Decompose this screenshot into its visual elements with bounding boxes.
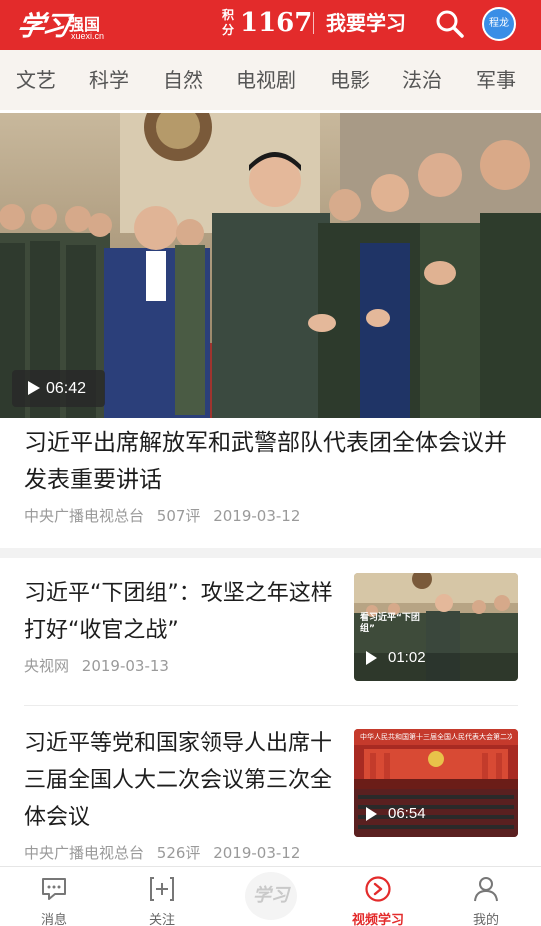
points-value: 1167 — [240, 8, 313, 38]
item-title[interactable]: 习近平“下团组”：攻坚之年这样打好“收官之战” — [24, 575, 338, 649]
item-thumbnail[interactable]: 看习近平“下团组” 01:02 — [354, 573, 518, 681]
category-tabs: 文艺 科学 自然 电视剧 电影 法治 军事 — [0, 50, 541, 110]
follow-icon — [150, 877, 174, 901]
item-title[interactable]: 习近平等党和国家领导人出席十三届全国人大二次会议第三次全体会议 — [24, 725, 338, 836]
featured-comments: 507评 — [156, 507, 201, 525]
tab-science[interactable]: 科学 — [89, 67, 129, 93]
nav-video-study-label: 视频学习 — [351, 913, 404, 926]
tab-nature[interactable]: 自然 — [163, 67, 203, 93]
search-icon[interactable] — [434, 8, 466, 40]
item-duration-badge: 06:54 — [354, 801, 426, 827]
item-source: 央视网 — [24, 657, 70, 675]
xuexi-logo-icon[interactable]: 学习 — [245, 872, 297, 920]
video-study-icon — [365, 876, 391, 902]
header-divider — [313, 12, 314, 34]
study-button[interactable]: 我要学习 — [326, 8, 406, 38]
item-duration-badge: 01:02 — [354, 645, 426, 671]
tab-military[interactable]: 军事 — [476, 67, 516, 93]
play-icon — [366, 807, 377, 821]
logo-script-text: 学习 — [14, 11, 71, 42]
tab-movie[interactable]: 电影 — [330, 67, 370, 93]
featured-duration-badge: 06:42 — [12, 370, 105, 407]
tab-arts[interactable]: 文艺 — [16, 67, 56, 93]
item-date: 2019-03-12 — [213, 844, 301, 862]
play-icon — [28, 381, 40, 395]
item-comments: 526评 — [156, 844, 201, 862]
thumb-caption: 中华人民共和国第十三届全国人民代表大会第二次会议 — [360, 733, 512, 741]
item-meta: 央视网 2019-03-13 — [24, 655, 177, 676]
tab-tv-drama[interactable]: 电视剧 — [236, 67, 296, 93]
featured-title[interactable]: 习近平出席解放军和武警部队代表团全体会议并发表重要讲话 — [24, 425, 524, 499]
profile-icon — [474, 877, 498, 902]
nav-profile[interactable]: 我的 — [432, 867, 540, 926]
item-duration: 06:54 — [388, 805, 426, 822]
logo-domain-text: xuexi.cn — [71, 31, 105, 41]
section-divider — [0, 548, 541, 558]
points-label: 积分 — [222, 8, 235, 37]
xuexi-logo[interactable]: 学习 强国 xuexi.cn — [14, 4, 118, 44]
nav-message-label: 消息 — [40, 913, 67, 926]
thumb-caption: 看习近平“下团组” — [360, 613, 420, 634]
nav-profile-label: 我的 — [472, 913, 499, 926]
app-header: 学习 强国 xuexi.cn 积分 1167 我要学习 程龙 — [0, 0, 541, 50]
nav-message[interactable]: 消息 — [0, 867, 108, 926]
item-source: 中央广播电视总台 — [24, 844, 145, 862]
nav-video-study[interactable]: 视频学习 — [324, 867, 432, 926]
featured-video-thumbnail[interactable]: 06:42 — [0, 113, 541, 418]
featured-duration: 06:42 — [46, 380, 87, 397]
nav-follow[interactable]: 关注 — [108, 867, 216, 926]
play-icon — [366, 651, 377, 665]
item-date: 2019-03-13 — [81, 657, 169, 675]
item-duration: 01:02 — [388, 649, 426, 666]
featured-source: 中央广播电视总台 — [24, 507, 145, 525]
item-thumbnail[interactable]: 中华人民共和国第十三届全国人民代表大会第二次会议 06:54 — [354, 729, 518, 837]
nav-follow-label: 关注 — [148, 913, 175, 926]
tab-law[interactable]: 法治 — [402, 67, 442, 93]
item-meta: 中央广播电视总台 526评 2019-03-12 — [24, 842, 308, 863]
message-icon — [42, 878, 66, 900]
featured-meta: 中央广播电视总台 507评 2019-03-12 — [24, 505, 308, 526]
featured-date: 2019-03-12 — [213, 507, 301, 525]
item-divider — [24, 705, 518, 706]
avatar[interactable]: 程龙 — [482, 7, 516, 41]
